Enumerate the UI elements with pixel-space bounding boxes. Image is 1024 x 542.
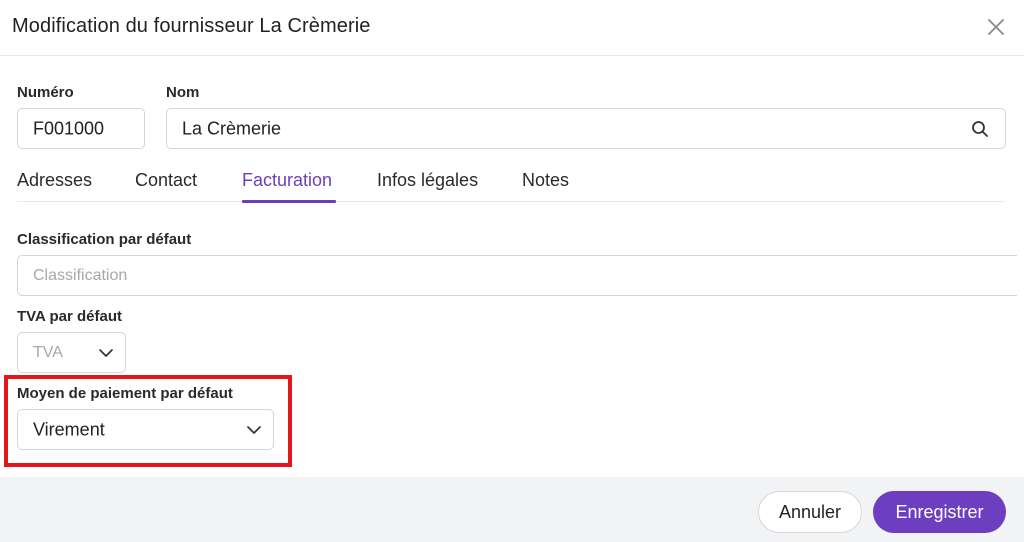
- active-tab-indicator: [242, 200, 336, 203]
- numero-value: F001000: [33, 118, 105, 138]
- search-icon[interactable]: [971, 120, 989, 138]
- tva-label: TVA par défaut: [17, 308, 123, 325]
- chevron-down-icon: [99, 348, 113, 357]
- cancel-button[interactable]: Annuler: [758, 491, 862, 533]
- dialog-footer: Annuler Enregistrer: [0, 477, 1024, 542]
- tva-placeholder: TVA: [33, 343, 63, 361]
- highlight-box: [4, 375, 292, 467]
- close-icon: [988, 19, 1004, 35]
- tab-infos-legales[interactable]: Infos légales: [377, 170, 478, 191]
- edit-supplier-dialog: Modification du fournisseur La Crèmerie …: [0, 0, 1024, 542]
- save-button[interactable]: Enregistrer: [873, 491, 1006, 533]
- tab-contact[interactable]: Contact: [135, 170, 197, 191]
- classification-label: Classification par défaut: [17, 231, 192, 248]
- nom-value: La Crèmerie: [182, 118, 282, 138]
- tab-bar: Adresses Contact Facturation Infos légal…: [17, 160, 1005, 203]
- dialog-title: Modification du fournisseur La Crèmerie: [12, 15, 371, 37]
- close-button[interactable]: [985, 16, 1007, 38]
- nom-input[interactable]: La Crèmerie: [166, 108, 1006, 149]
- tab-adresses[interactable]: Adresses: [17, 170, 92, 191]
- numero-input[interactable]: F001000: [17, 108, 145, 149]
- classification-input[interactable]: Classification: [17, 255, 1017, 296]
- dialog-header: Modification du fournisseur La Crèmerie: [0, 0, 1024, 56]
- classification-placeholder: Classification: [33, 266, 128, 284]
- tva-select[interactable]: TVA: [17, 332, 126, 373]
- tab-facturation[interactable]: Facturation: [242, 170, 332, 191]
- nom-label: Nom: [166, 84, 200, 101]
- tab-notes[interactable]: Notes: [522, 170, 569, 191]
- numero-label: Numéro: [17, 84, 74, 101]
